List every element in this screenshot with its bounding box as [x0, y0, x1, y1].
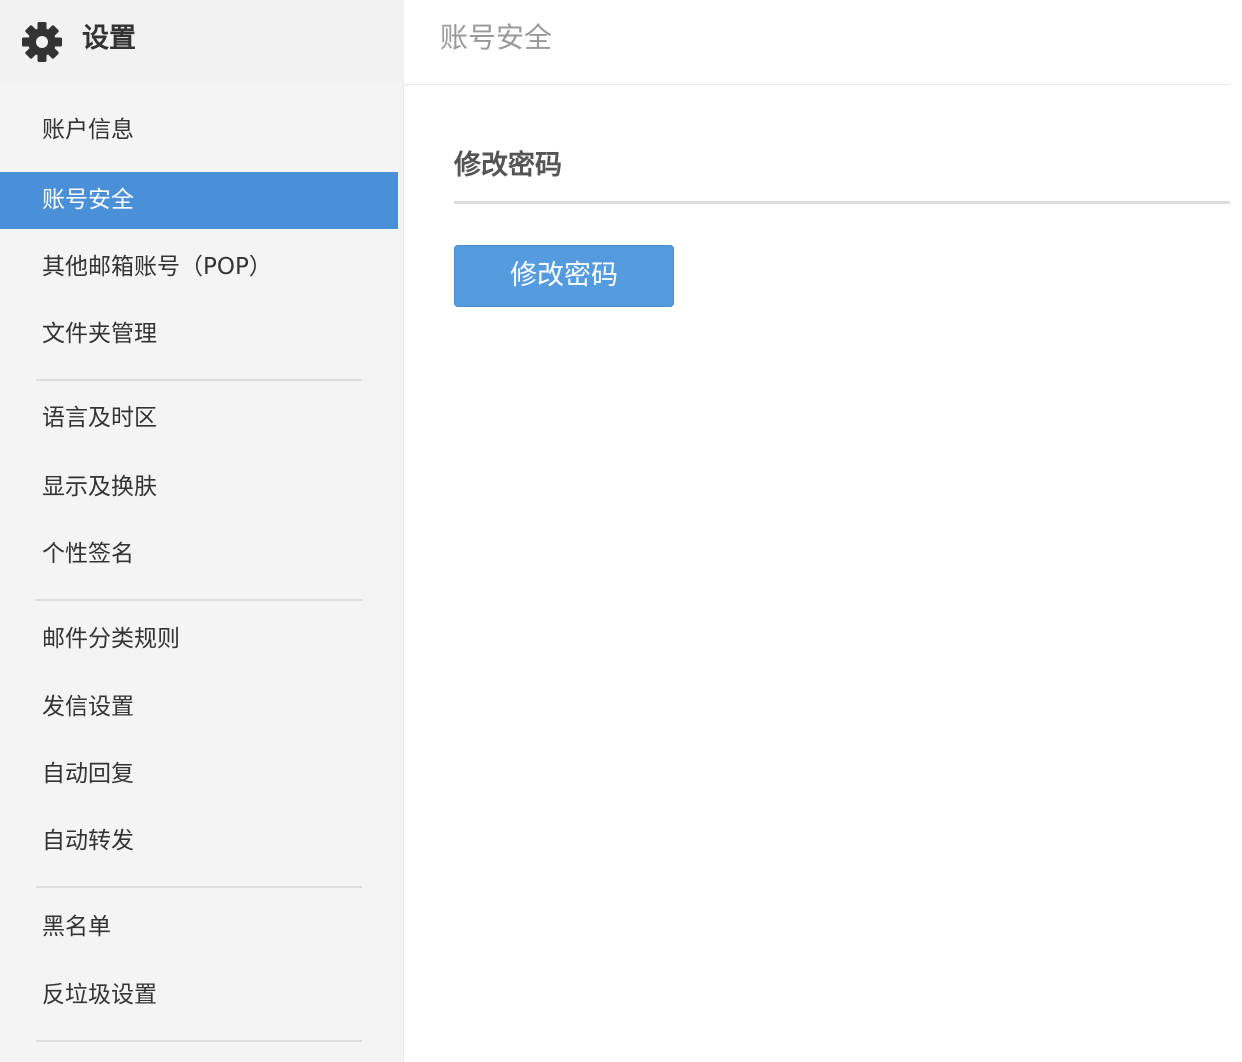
nav-divider [36, 886, 362, 888]
settings-sidebar: 设置 账户信息 账号安全 其他邮箱账号（POP） 文件夹管理 语言及时区 显示及… [0, 0, 404, 1062]
sidebar-item-language-timezone[interactable]: 语言及时区 [0, 390, 398, 447]
sidebar-item-blacklist[interactable]: 黑名单 [0, 899, 398, 956]
sidebar-item-folder-management[interactable]: 文件夹管理 [0, 306, 398, 363]
sidebar-item-display-skin[interactable]: 显示及换肤 [0, 459, 398, 516]
page-title: 账号安全 [440, 21, 553, 54]
sidebar-item-auto-forward[interactable]: 自动转发 [0, 813, 398, 870]
change-password-button[interactable]: 修改密码 [454, 245, 674, 307]
sidebar-item-auto-reply[interactable]: 自动回复 [0, 746, 398, 803]
nav-divider [36, 379, 362, 381]
nav-divider [36, 599, 362, 601]
settings-app: 设置 账户信息 账号安全 其他邮箱账号（POP） 文件夹管理 语言及时区 显示及… [0, 0, 1242, 1062]
section-title: 修改密码 [454, 150, 562, 181]
section-divider [454, 201, 1230, 204]
sidebar-item-mail-rules[interactable]: 邮件分类规则 [0, 611, 398, 668]
sidebar-header: 设置 [0, 0, 404, 84]
sidebar-item-other-mail-accounts[interactable]: 其他邮箱账号（POP） [0, 239, 398, 296]
gear-icon [22, 22, 62, 62]
sidebar-item-account-info[interactable]: 账户信息 [0, 102, 398, 159]
sidebar-item-signature[interactable]: 个性签名 [0, 526, 398, 583]
sidebar-item-anti-spam[interactable]: 反垃圾设置 [0, 967, 398, 1024]
settings-content: 账号安全 修改密码 修改密码 [404, 0, 1242, 1062]
sidebar-item-account-security[interactable]: 账号安全 [0, 172, 398, 229]
nav-divider [36, 1040, 362, 1042]
sidebar-item-send-settings[interactable]: 发信设置 [0, 679, 398, 736]
header-divider [404, 84, 1230, 85]
sidebar-title: 设置 [82, 23, 136, 54]
